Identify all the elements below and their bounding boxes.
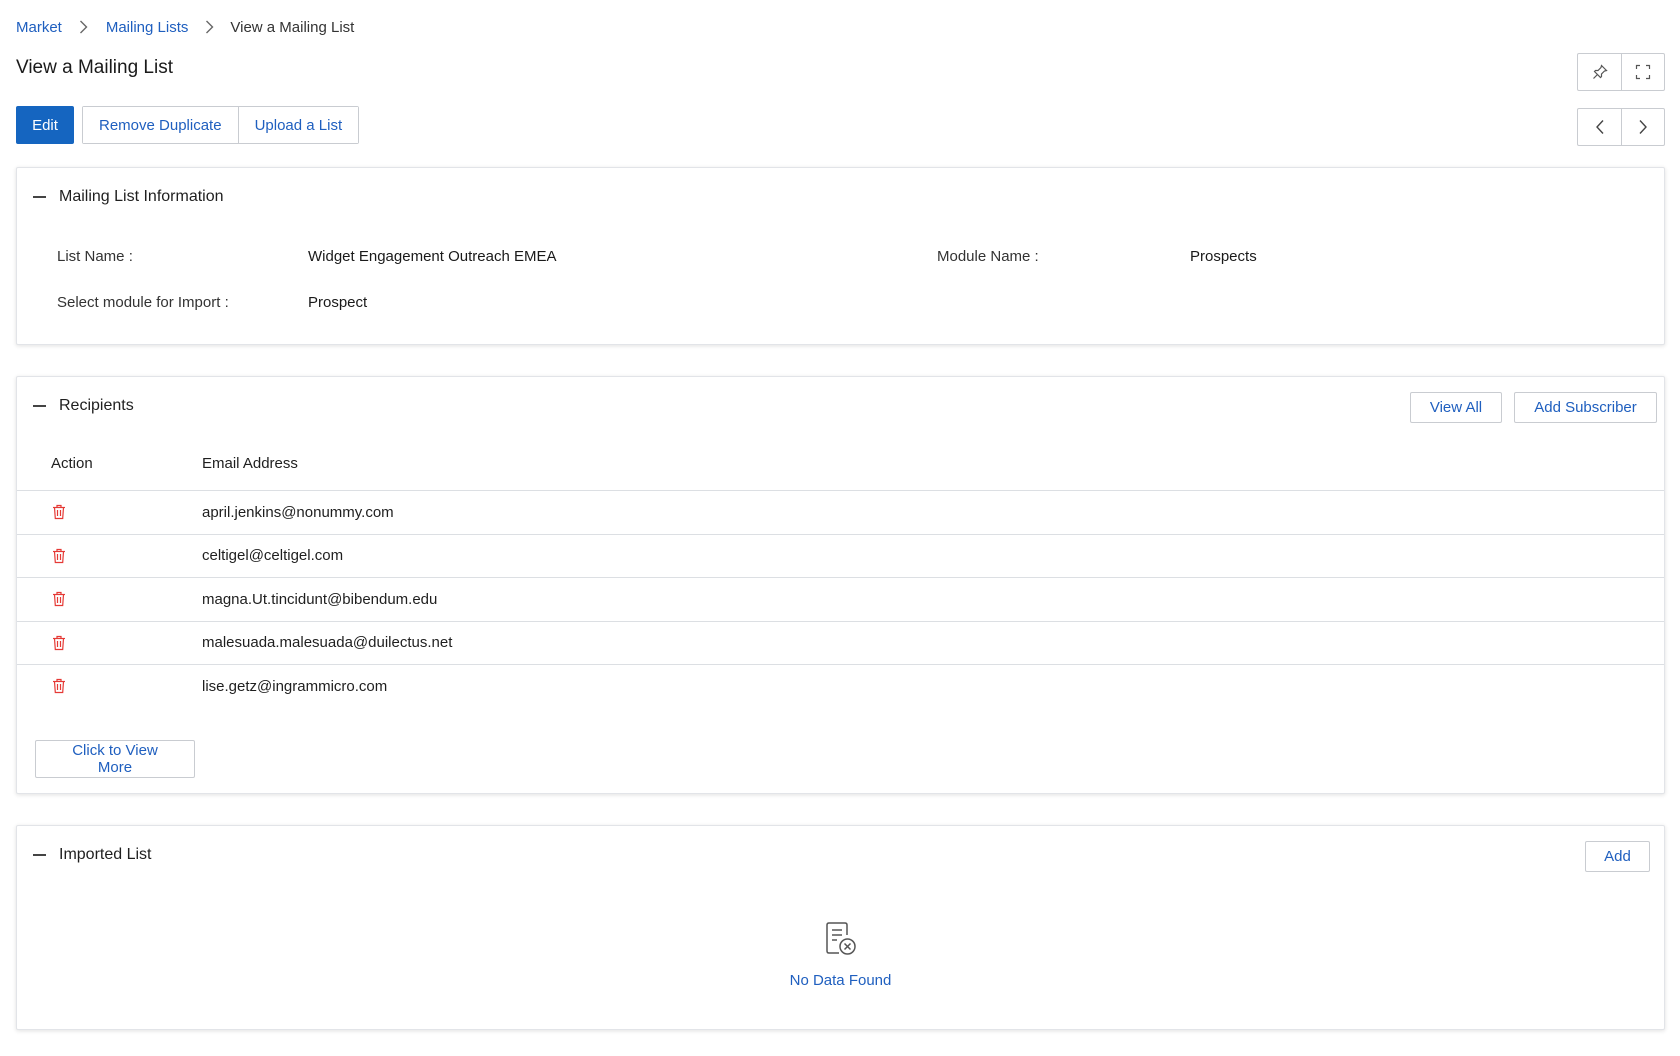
list-name-value: Widget Engagement Outreach EMEA <box>308 248 557 265</box>
edit-button[interactable]: Edit <box>16 106 74 144</box>
table-row: malesuada.malesuada@duilectus.net <box>17 620 1664 665</box>
collapse-icon[interactable] <box>33 196 46 198</box>
list-name-label: List Name : <box>57 248 133 265</box>
recipients-card: Recipients View All Add Subscriber Actio… <box>16 376 1665 794</box>
imported-section-header: Imported List <box>33 846 151 864</box>
column-header-email: Email Address <box>202 455 298 472</box>
recipients-section-header: Recipients <box>33 397 134 415</box>
imported-section-title: Imported List <box>59 846 152 863</box>
add-import-button[interactable]: Add <box>1585 841 1650 872</box>
page-title: View a Mailing List <box>16 57 174 78</box>
breadcrumb: Market Mailing Lists View a Mailing List <box>16 17 354 37</box>
breadcrumb-current: View a Mailing List <box>230 18 355 36</box>
recipient-email: malesuada.malesuada@duilectus.net <box>202 634 453 652</box>
view-all-button[interactable]: View All <box>1410 392 1502 423</box>
action-button-group: Remove Duplicate Upload a List <box>82 106 360 144</box>
collapse-icon[interactable] <box>33 405 46 407</box>
mailing-list-info-card: Mailing List Information List Name : Wid… <box>16 167 1665 345</box>
fullscreen-icon[interactable] <box>1621 54 1664 90</box>
recipients-section-title: Recipients <box>59 397 134 414</box>
info-section-header: Mailing List Information <box>33 188 224 206</box>
module-name-value: Prospects <box>1190 248 1257 265</box>
remove-duplicate-button[interactable]: Remove Duplicate <box>83 107 238 143</box>
breadcrumb-market[interactable]: Market <box>16 19 62 36</box>
recipients-table: april.jenkins@nonummy.com celtigel@celti… <box>17 490 1664 708</box>
imported-list-card: Imported List Add No Data Found <box>16 825 1665 1030</box>
table-row: celtigel@celtigel.com <box>17 533 1664 578</box>
record-navigation <box>1577 108 1665 146</box>
table-row: magna.Ut.tincidunt@bibendum.edu <box>17 577 1664 621</box>
view-more-button[interactable]: Click to View More <box>35 740 195 778</box>
trash-icon[interactable] <box>52 635 66 656</box>
trash-icon[interactable] <box>52 504 66 525</box>
module-name-label: Module Name : <box>937 248 1039 265</box>
trash-icon[interactable] <box>52 548 66 569</box>
recipient-email: lise.getz@ingrammicro.com <box>202 677 388 695</box>
trash-icon[interactable] <box>52 591 66 612</box>
view-controls <box>1577 53 1665 91</box>
no-data-icon <box>824 921 858 962</box>
collapse-icon[interactable] <box>33 854 46 856</box>
info-section-title: Mailing List Information <box>59 188 224 205</box>
upload-list-button[interactable]: Upload a List <box>237 107 359 143</box>
recipient-email: april.jenkins@nonummy.com <box>202 503 394 521</box>
no-data-text: No Data Found <box>789 972 892 989</box>
recipient-email: celtigel@celtigel.com <box>202 547 344 565</box>
recipient-email: magna.Ut.tincidunt@bibendum.edu <box>202 590 438 608</box>
add-subscriber-button[interactable]: Add Subscriber <box>1514 392 1657 423</box>
column-header-action: Action <box>51 455 93 472</box>
pin-icon[interactable] <box>1578 54 1621 90</box>
chevron-right-icon <box>62 20 106 34</box>
page: Market Mailing Lists View a Mailing List… <box>0 0 1680 1056</box>
empty-state: No Data Found <box>17 921 1664 989</box>
import-module-label: Select module for Import : <box>57 294 229 311</box>
breadcrumb-mailing-lists[interactable]: Mailing Lists <box>106 19 189 36</box>
import-module-value: Prospect <box>308 294 368 311</box>
chevron-right-icon[interactable] <box>1621 109 1664 145</box>
table-row: april.jenkins@nonummy.com <box>17 490 1664 534</box>
trash-icon[interactable] <box>52 678 66 699</box>
chevron-left-icon[interactable] <box>1578 109 1621 145</box>
table-row: lise.getz@ingrammicro.com <box>17 664 1664 708</box>
chevron-right-icon <box>188 20 230 34</box>
